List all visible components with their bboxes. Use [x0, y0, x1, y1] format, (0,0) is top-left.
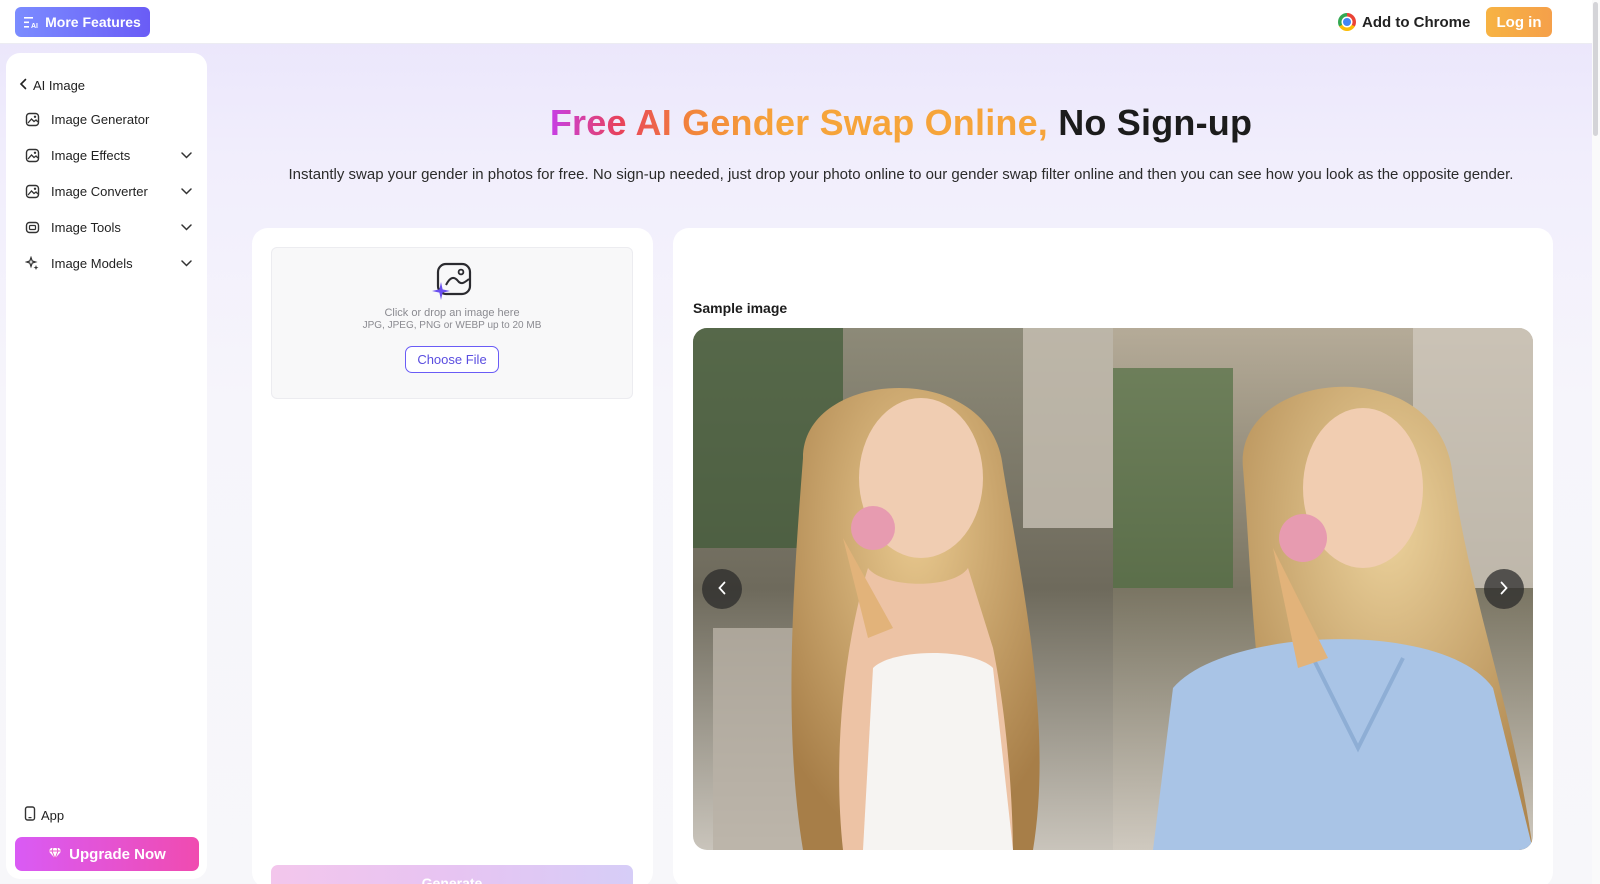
page-scrollbar[interactable]	[1592, 0, 1600, 884]
mobile-phone-icon	[24, 806, 36, 824]
chevron-right-icon	[1499, 581, 1509, 598]
add-image-icon	[432, 262, 472, 300]
image-generator-icon	[24, 111, 40, 127]
sidebar-item-label: Image Converter	[51, 183, 148, 199]
sidebar-item-image-tools[interactable]: Image Tools	[18, 213, 196, 241]
login-button[interactable]: Log in	[1486, 7, 1552, 37]
page-title-highlight: Free AI Gender Swap Online,	[549, 102, 1049, 143]
dropzone-formats: JPG, JPEG, PNG or WEBP up to 20 MB	[362, 320, 542, 331]
sidebar-item-label: Image Tools	[51, 219, 121, 235]
sample-image-before	[693, 328, 1113, 850]
chevron-down-icon	[180, 257, 192, 269]
app-label: App	[41, 807, 65, 823]
add-to-chrome-link[interactable]: Add to Chrome	[1338, 10, 1470, 34]
carousel-next-button[interactable]	[1484, 569, 1524, 609]
sidebar-item-image-converter[interactable]: Image Converter	[18, 177, 196, 205]
app-link[interactable]: App	[24, 805, 64, 825]
menu-ai-icon: AI	[24, 16, 39, 30]
diamond-icon	[48, 846, 62, 863]
choose-file-button[interactable]: Choose File	[405, 346, 499, 373]
sidebar-item-label: Image Generator	[51, 111, 150, 127]
chevron-left-icon	[717, 581, 727, 598]
dropzone-instruction: Click or drop an image here	[384, 307, 520, 319]
generate-button[interactable]: Generate	[271, 865, 633, 884]
sidebar-item-image-effects[interactable]: Image Effects	[18, 141, 196, 169]
more-features-button[interactable]: AI More Features	[15, 7, 150, 37]
top-bar: AI More Features Add to Chrome Log in	[0, 0, 1600, 44]
sample-image-comparison	[693, 328, 1533, 850]
sidebar: AI Image Image Generator Image Effects I…	[6, 53, 207, 879]
chrome-icon	[1338, 13, 1356, 31]
back-ai-image-link[interactable]: AI Image	[19, 75, 85, 95]
page-title: Free AI Gender Swap Online, No Sign-up	[210, 102, 1592, 144]
image-models-icon	[24, 255, 40, 271]
image-effects-icon	[24, 147, 40, 163]
upload-panel: Click or drop an image here JPG, JPEG, P…	[252, 228, 653, 884]
sample-image-after	[1113, 328, 1533, 850]
sidebar-item-label: Image Effects	[51, 147, 131, 163]
chevron-left-icon	[19, 78, 27, 93]
scrollbar-thumb[interactable]	[1593, 2, 1598, 136]
sidebar-item-label: Image Models	[51, 255, 133, 271]
image-tools-icon	[24, 219, 40, 235]
sidebar-item-image-models[interactable]: Image Models	[18, 249, 196, 277]
page-subtitle: Instantly swap your gender in photos for…	[288, 166, 1514, 183]
sample-panel: Sample image	[673, 228, 1553, 884]
page-title-rest: No Sign-up	[1058, 102, 1253, 143]
upgrade-label: Upgrade Now	[69, 845, 166, 863]
chevron-down-icon	[180, 185, 192, 197]
image-converter-icon	[24, 183, 40, 199]
chevron-down-icon	[180, 221, 192, 233]
chevron-down-icon	[180, 149, 192, 161]
sample-image-label: Sample image	[693, 300, 788, 316]
image-dropzone[interactable]: Click or drop an image here JPG, JPEG, P…	[271, 247, 633, 399]
back-label: AI Image	[33, 77, 86, 93]
add-to-chrome-label: Add to Chrome	[1362, 13, 1471, 31]
sidebar-item-image-generator[interactable]: Image Generator	[18, 105, 196, 133]
upgrade-now-button[interactable]: Upgrade Now	[15, 837, 199, 871]
more-features-label: More Features	[45, 14, 141, 30]
carousel-prev-button[interactable]	[702, 569, 742, 609]
svg-text:AI: AI	[31, 23, 38, 29]
